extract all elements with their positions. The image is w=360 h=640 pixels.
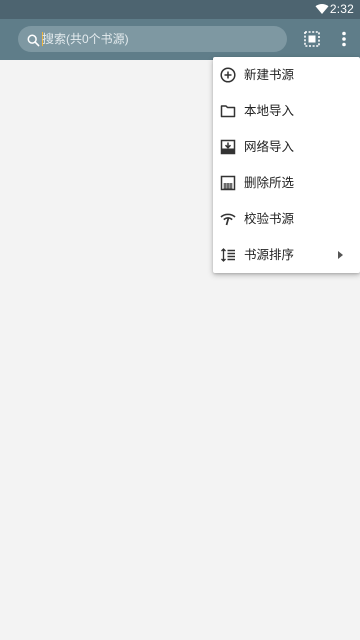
menu-label: 新建书源 [244, 67, 295, 82]
search-box[interactable] [18, 26, 287, 52]
menu-label: 书源排序 [244, 247, 295, 262]
menu-item-network-import[interactable]: 网络导入 [213, 129, 360, 165]
status-bar: 2:32 [0, 0, 360, 19]
sort-icon [220, 247, 236, 263]
menu-label: 本地导入 [244, 103, 295, 118]
overflow-menu: 新建书源 本地导入 网络导入 删除所选 校验书源 书源排序 [213, 57, 360, 273]
menu-item-local-import[interactable]: 本地导入 [213, 93, 360, 129]
signal-check-icon [220, 211, 236, 227]
menu-label: 删除所选 [244, 175, 295, 190]
search-input[interactable] [42, 29, 272, 49]
folder-icon [220, 103, 236, 119]
status-time: 2:32 [329, 2, 354, 16]
menu-label: 校验书源 [244, 211, 295, 226]
wifi-icon [315, 3, 329, 18]
menu-item-verify-source[interactable]: 校验书源 [213, 201, 360, 237]
download-icon [220, 139, 236, 155]
app-bar [0, 19, 360, 60]
menu-item-delete-selected[interactable]: 删除所选 [213, 165, 360, 201]
delete-select-icon [220, 175, 236, 191]
more-vert-icon[interactable] [334, 29, 354, 49]
submenu-arrow-icon [338, 251, 343, 259]
select-all-icon[interactable] [302, 29, 322, 49]
menu-label: 网络导入 [244, 139, 295, 154]
search-icon [27, 32, 40, 51]
menu-item-new-source[interactable]: 新建书源 [213, 57, 360, 93]
menu-item-sort-sources[interactable]: 书源排序 [213, 237, 360, 273]
add-circle-icon [220, 67, 236, 83]
